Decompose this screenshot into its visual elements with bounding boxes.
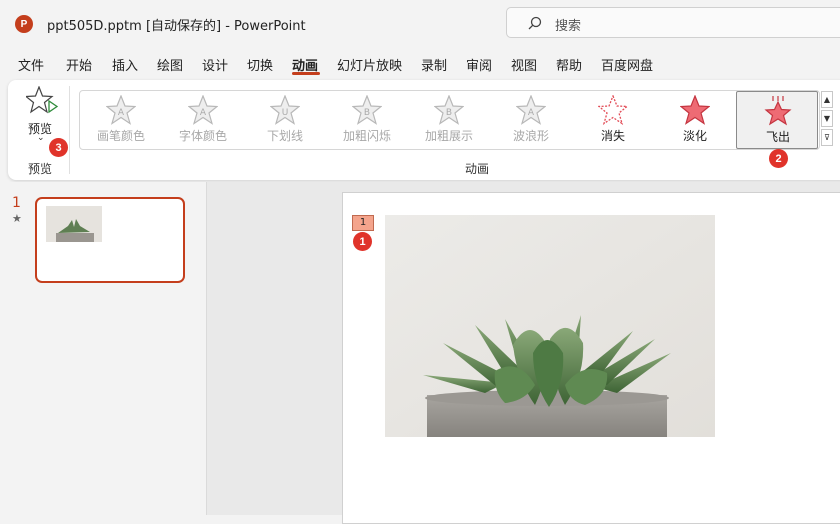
animation-group-label: 动画: [465, 162, 490, 176]
star-filled-icon: [680, 95, 710, 125]
window-title: ppt505D.pptm [自动保存的] - PowerPoint: [47, 19, 306, 34]
tab-draw[interactable]: 绘图: [157, 55, 183, 74]
tab-view[interactable]: 视图: [511, 55, 537, 74]
effect-label: 加粗闪烁: [342, 129, 391, 143]
effect-fly-out[interactable]: 飞出: [736, 91, 818, 149]
thumbnail-succulent-image: [46, 206, 102, 242]
step-marker: 1: [353, 232, 372, 251]
slide-editor: 1 1: [207, 182, 840, 524]
effect-label: 加粗展示: [424, 129, 473, 143]
tab-help[interactable]: 帮助: [556, 55, 582, 74]
slides-pane: 1 ★: [0, 182, 207, 515]
group-divider: [69, 86, 70, 174]
tab-record[interactable]: 录制: [421, 55, 447, 74]
step-marker: 3: [49, 138, 68, 157]
star-u-icon: U: [270, 95, 300, 125]
effect-label: 字体颜色: [178, 129, 227, 143]
search-placeholder: 搜索: [555, 19, 582, 34]
slide-thumbnail[interactable]: [35, 197, 185, 283]
effect-wave[interactable]: A 波浪形: [490, 91, 572, 149]
effect-bold-flash[interactable]: B 加粗闪烁: [326, 91, 408, 149]
step-marker: 2: [769, 149, 788, 168]
effect-letter: U: [282, 108, 289, 118]
star-b-icon: B: [434, 95, 464, 125]
effect-letter: B: [446, 108, 452, 118]
gallery-scroll: ▲ ▼ ⊽: [821, 91, 833, 149]
effect-bold-reveal[interactable]: B 加粗展示: [408, 91, 490, 149]
effect-letter: A: [528, 108, 535, 118]
ribbon-tabs: 文件 开始 插入 绘图 设计 切换 动画 幻灯片放映 录制 审阅 视图 帮助 百…: [0, 52, 840, 76]
tab-home[interactable]: 开始: [66, 55, 92, 74]
tab-transitions[interactable]: 切换: [247, 55, 273, 74]
animation-indicator-icon: ★: [12, 212, 22, 225]
gallery-expand-button[interactable]: ⊽: [821, 129, 833, 146]
animation-gallery: A 画笔颜色 A 字体颜色 U 下划线 B 加粗闪烁 B 加粗展示 A 波浪形 …: [79, 90, 820, 150]
effect-letter: A: [118, 108, 125, 118]
preview-star-play-icon: [26, 86, 59, 114]
animation-order-tag[interactable]: 1: [352, 215, 374, 231]
chevron-down-icon[interactable]: ⌄: [37, 133, 45, 143]
star-a-icon: A: [188, 95, 218, 125]
effect-label: 画笔颜色: [96, 129, 145, 143]
star-fly-icon: [764, 96, 792, 126]
star-a-icon: A: [106, 95, 136, 125]
effect-label: 飞出: [765, 130, 790, 144]
tab-slideshow[interactable]: 幻灯片放映: [337, 55, 402, 74]
active-tab-indicator: [292, 72, 320, 75]
tab-design[interactable]: 设计: [202, 55, 228, 74]
effect-underline[interactable]: U 下划线: [244, 91, 326, 149]
effect-font-color[interactable]: A 字体颜色: [162, 91, 244, 149]
title-bar: P ppt505D.pptm [自动保存的] - PowerPoint 搜索: [0, 0, 840, 48]
effect-label: 淡化: [682, 129, 707, 143]
slide-number: 1: [12, 195, 21, 211]
effect-label: 下划线: [266, 129, 303, 143]
star-b-burst-icon: B: [352, 95, 382, 125]
effect-brush-color[interactable]: A 画笔颜色: [80, 91, 162, 149]
gallery-scroll-up-button[interactable]: ▲: [821, 91, 833, 108]
slide-canvas[interactable]: 1: [342, 192, 840, 524]
gallery-scroll-down-button[interactable]: ▼: [821, 110, 833, 127]
effect-fade[interactable]: 淡化: [654, 91, 736, 149]
effect-letter: A: [200, 108, 207, 118]
preview-group-label: 预览: [28, 162, 53, 176]
star-a-icon: A: [516, 95, 546, 125]
powerpoint-logo-icon: P: [15, 15, 33, 33]
search-icon: [528, 16, 542, 30]
tab-insert[interactable]: 插入: [112, 55, 138, 74]
succulent-photo[interactable]: [385, 215, 715, 437]
effect-label: 消失: [600, 129, 625, 143]
effect-letter: B: [364, 108, 370, 118]
effect-label: 波浪形: [512, 129, 549, 143]
tab-review[interactable]: 审阅: [466, 55, 492, 74]
preview-group: 预览 ⌄ 预览: [8, 80, 70, 180]
tab-baidu-netdisk[interactable]: 百度网盘: [601, 55, 653, 74]
tab-file[interactable]: 文件: [18, 55, 44, 74]
search-box[interactable]: 搜索: [506, 7, 840, 38]
ribbon: 预览 ⌄ 预览 A 画笔颜色 A 字体颜色 U 下划线 B 加粗闪烁 B 加粗展…: [8, 80, 840, 180]
star-outline-icon: [598, 95, 628, 125]
effect-disappear[interactable]: 消失: [572, 91, 654, 149]
